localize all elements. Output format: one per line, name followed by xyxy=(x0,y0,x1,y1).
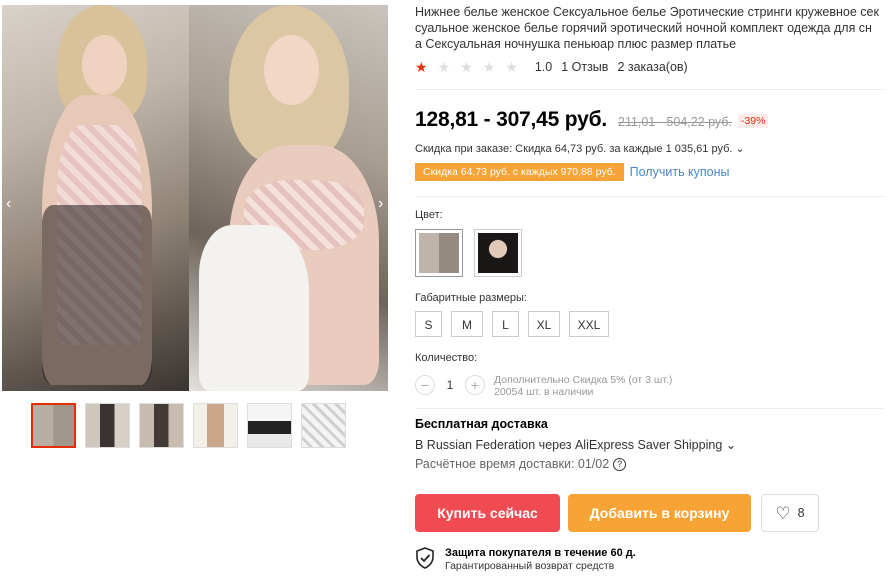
size-options: S M L XL XXL xyxy=(415,311,609,337)
wishlist-count: 8 xyxy=(797,506,805,520)
shipping-method-link[interactable]: В Russian Federation через AliExpress Sa… xyxy=(415,437,736,452)
shipping-title: Бесплатная доставка xyxy=(415,417,548,431)
coupon-row: Скидка 64,73 руб. с каждых 970,88 руб. П… xyxy=(415,163,730,181)
bulk-discount-text: Дополнительно Скидка 5% (от 3 шт.) xyxy=(494,374,673,386)
color-label: Цвет: xyxy=(415,209,443,221)
rating-stars: ★ ★ ★ ★ ★ xyxy=(415,60,527,74)
color-swatch-2[interactable] xyxy=(474,229,522,277)
product-title: Нижнее белье женское Сексуальное белье Э… xyxy=(415,5,879,51)
product-gallery: ‹ › xyxy=(0,0,392,460)
star-icon: ★ xyxy=(460,59,473,75)
color-swatch-1[interactable] xyxy=(415,229,463,277)
color-options xyxy=(415,229,522,277)
thumbnail-5[interactable] xyxy=(247,403,292,448)
size-option-m[interactable]: M xyxy=(451,311,483,337)
action-buttons: Купить сейчас Добавить в корзину ♡ 8 xyxy=(415,494,819,532)
delivery-time-text: Расчётное время доставки: 01/02 xyxy=(415,457,610,471)
reviews-link[interactable]: 1 Отзыв xyxy=(561,60,608,74)
protection-subtitle: Гарантированный возврат средств xyxy=(445,560,615,572)
add-to-cart-button[interactable]: Добавить в корзину xyxy=(568,494,751,532)
delivery-time: Расчётное время доставки: 01/02 ? xyxy=(415,457,627,471)
orders-count: 2 заказа(ов) xyxy=(617,60,688,74)
size-option-xxl[interactable]: XXL xyxy=(569,311,609,337)
discount-badge: -39% xyxy=(737,114,769,128)
divider xyxy=(415,89,885,90)
buy-now-button[interactable]: Купить сейчас xyxy=(415,494,560,532)
star-icon: ★ xyxy=(505,59,518,75)
thumbnail-3[interactable] xyxy=(139,403,184,448)
thumbnail-1[interactable] xyxy=(31,403,76,448)
stock-text: 20054 шт. в наличии xyxy=(494,386,594,398)
gallery-prev-arrow-icon[interactable]: ‹ xyxy=(6,196,11,212)
quantity-minus-button[interactable]: − xyxy=(415,375,435,395)
quantity-plus-button[interactable]: + xyxy=(465,375,485,395)
thumbnail-2[interactable] xyxy=(85,403,130,448)
gallery-next-arrow-icon[interactable]: › xyxy=(378,196,383,212)
quantity-stepper: − 1 + Дополнительно Скидка 5% (от 3 шт.)… xyxy=(415,374,672,398)
coupon-tag: Скидка 64,73 руб. с каждых 970,88 руб. xyxy=(415,163,624,181)
size-label: Габаритные размеры: xyxy=(415,292,527,304)
order-discount-text[interactable]: Скидка при заказе: Скидка 64,73 руб. за … xyxy=(415,142,745,155)
quantity-note: Дополнительно Скидка 5% (от 3 шт.) 20054… xyxy=(494,374,672,398)
get-coupons-link[interactable]: Получить купоны xyxy=(630,165,730,179)
heart-icon: ♡ xyxy=(775,503,791,523)
thumbnail-strip xyxy=(31,403,346,448)
buyer-protection: Защита покупателя в течение 60 д. Гарант… xyxy=(415,547,636,573)
divider xyxy=(415,408,885,409)
divider xyxy=(415,196,885,197)
thumbnail-6[interactable] xyxy=(301,403,346,448)
image-panel-right xyxy=(189,5,388,391)
rating-row: ★ ★ ★ ★ ★ 1.0 1 Отзыв 2 заказа(ов) xyxy=(415,60,697,74)
star-icon: ★ xyxy=(482,59,496,75)
wishlist-button[interactable]: ♡ 8 xyxy=(761,494,819,532)
size-option-l[interactable]: L xyxy=(492,311,519,337)
image-panel-left xyxy=(2,5,189,391)
thumbnail-4[interactable] xyxy=(193,403,238,448)
size-option-xl[interactable]: XL xyxy=(528,311,560,337)
quantity-input[interactable]: 1 xyxy=(435,374,465,396)
quantity-label: Количество: xyxy=(415,352,478,364)
star-icon: ★ xyxy=(437,59,451,75)
old-price: 211,01 - 504,22 руб. xyxy=(618,115,732,129)
main-product-image[interactable] xyxy=(2,5,388,391)
shield-check-icon xyxy=(416,547,434,569)
rating-value: 1.0 xyxy=(534,60,553,74)
help-icon[interactable]: ? xyxy=(613,457,627,471)
star-icon: ★ xyxy=(415,59,428,75)
current-price: 128,81 - 307,45 руб. xyxy=(415,108,607,131)
protection-title: Защита покупателя в течение 60 д. xyxy=(445,547,636,559)
size-option-s[interactable]: S xyxy=(415,311,442,337)
price-row: 128,81 - 307,45 руб. 211,01 - 504,22 руб… xyxy=(415,108,769,132)
